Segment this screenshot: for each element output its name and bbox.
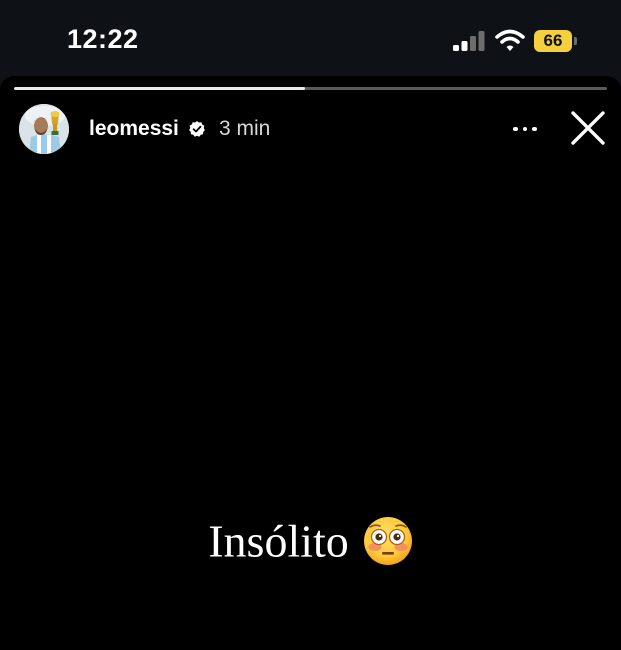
- story-timestamp: 3 min: [219, 117, 271, 140]
- close-icon[interactable]: [570, 110, 606, 146]
- wifi-icon: [495, 29, 525, 51]
- battery-icon: 66: [534, 30, 572, 52]
- avatar[interactable]: [19, 104, 69, 154]
- battery-level: 66: [543, 31, 563, 50]
- more-dot: [522, 126, 528, 132]
- battery-cap: [574, 37, 577, 45]
- story-progress-fill: [14, 87, 305, 90]
- more-dot: [513, 126, 518, 132]
- signal-icon: [453, 31, 485, 51]
- story-caption-text: Insólito: [208, 515, 349, 567]
- more-options-icon[interactable]: [508, 116, 542, 142]
- more-dot: [532, 126, 537, 132]
- story-progress-bar: [14, 87, 607, 90]
- flushed-face-emoji: [363, 517, 412, 565]
- avatar-image: [19, 104, 69, 154]
- verified-badge-icon: [189, 121, 205, 137]
- story-caption: Insólito: [0, 510, 621, 568]
- story-viewer[interactable]: leomessi 3 min Insólito: [0, 76, 621, 650]
- story-username[interactable]: leomessi: [89, 117, 179, 141]
- status-time: 12:22: [67, 24, 139, 54]
- status-bar: 12:22 66: [0, 0, 621, 76]
